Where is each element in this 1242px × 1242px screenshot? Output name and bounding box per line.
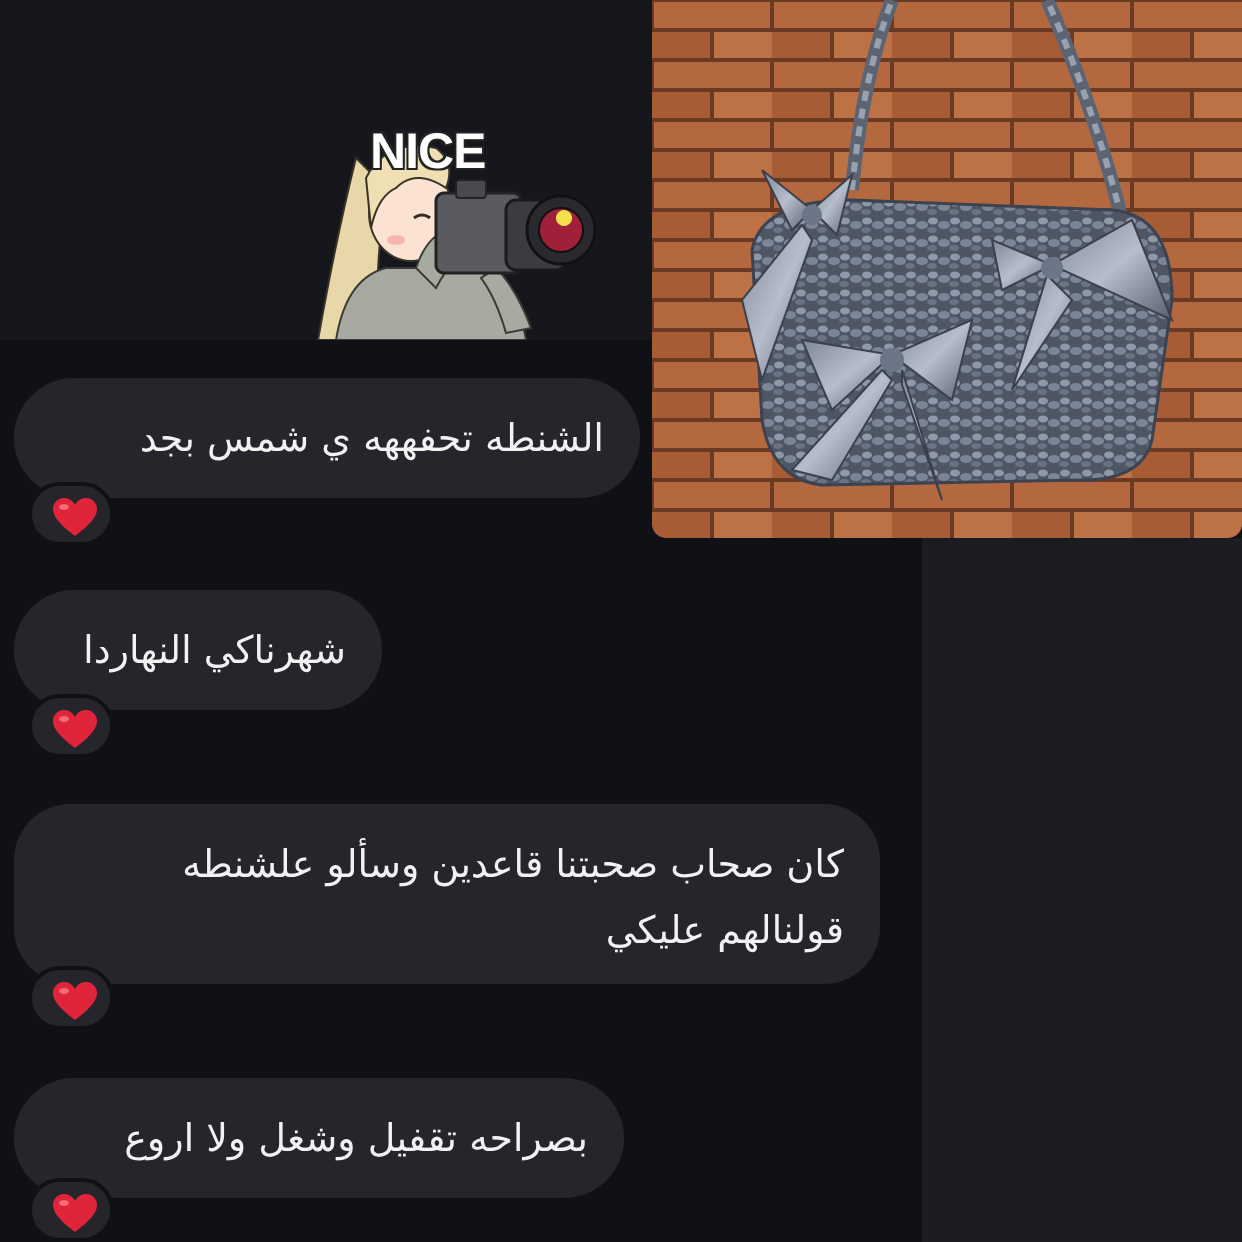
message-bubble[interactable]: شهرناكي النهاردا: [14, 590, 382, 710]
message-bubble[interactable]: بصراحه تقفيل وشغل ولا اروع: [14, 1078, 624, 1198]
message-text: كان صحاب صحبتنا قاعدين وسألو علشنطه قولن…: [182, 842, 844, 952]
red-heart-icon: [53, 982, 97, 1020]
chat-screen: NICE الشنطه تحفههه ي شمس بجد شهرناكي الن…: [0, 0, 1242, 1242]
message-text: شهرناكي النهاردا: [83, 628, 346, 672]
reaction-badge[interactable]: [28, 482, 114, 546]
message-bubble[interactable]: كان صحاب صحبتنا قاعدين وسألو علشنطه قولن…: [14, 804, 880, 984]
reaction-badge[interactable]: [28, 966, 114, 1030]
message-bubble[interactable]: الشنطه تحفههه ي شمس بجد: [14, 378, 640, 498]
red-heart-icon: [53, 498, 97, 536]
red-heart-icon: [53, 710, 97, 748]
message-text: الشنطه تحفههه ي شمس بجد: [139, 416, 604, 460]
sticker-caption: NICE: [370, 123, 486, 179]
reaction-badge[interactable]: [28, 1178, 114, 1242]
red-heart-icon: [53, 1194, 97, 1232]
reaction-badge[interactable]: [28, 694, 114, 758]
message-text: بصراحه تقفيل وشغل ولا اروع: [124, 1116, 588, 1160]
empty-panel: [922, 538, 1242, 1242]
crochet-bag-image: [652, 0, 1242, 538]
bag-photo[interactable]: [652, 0, 1242, 538]
